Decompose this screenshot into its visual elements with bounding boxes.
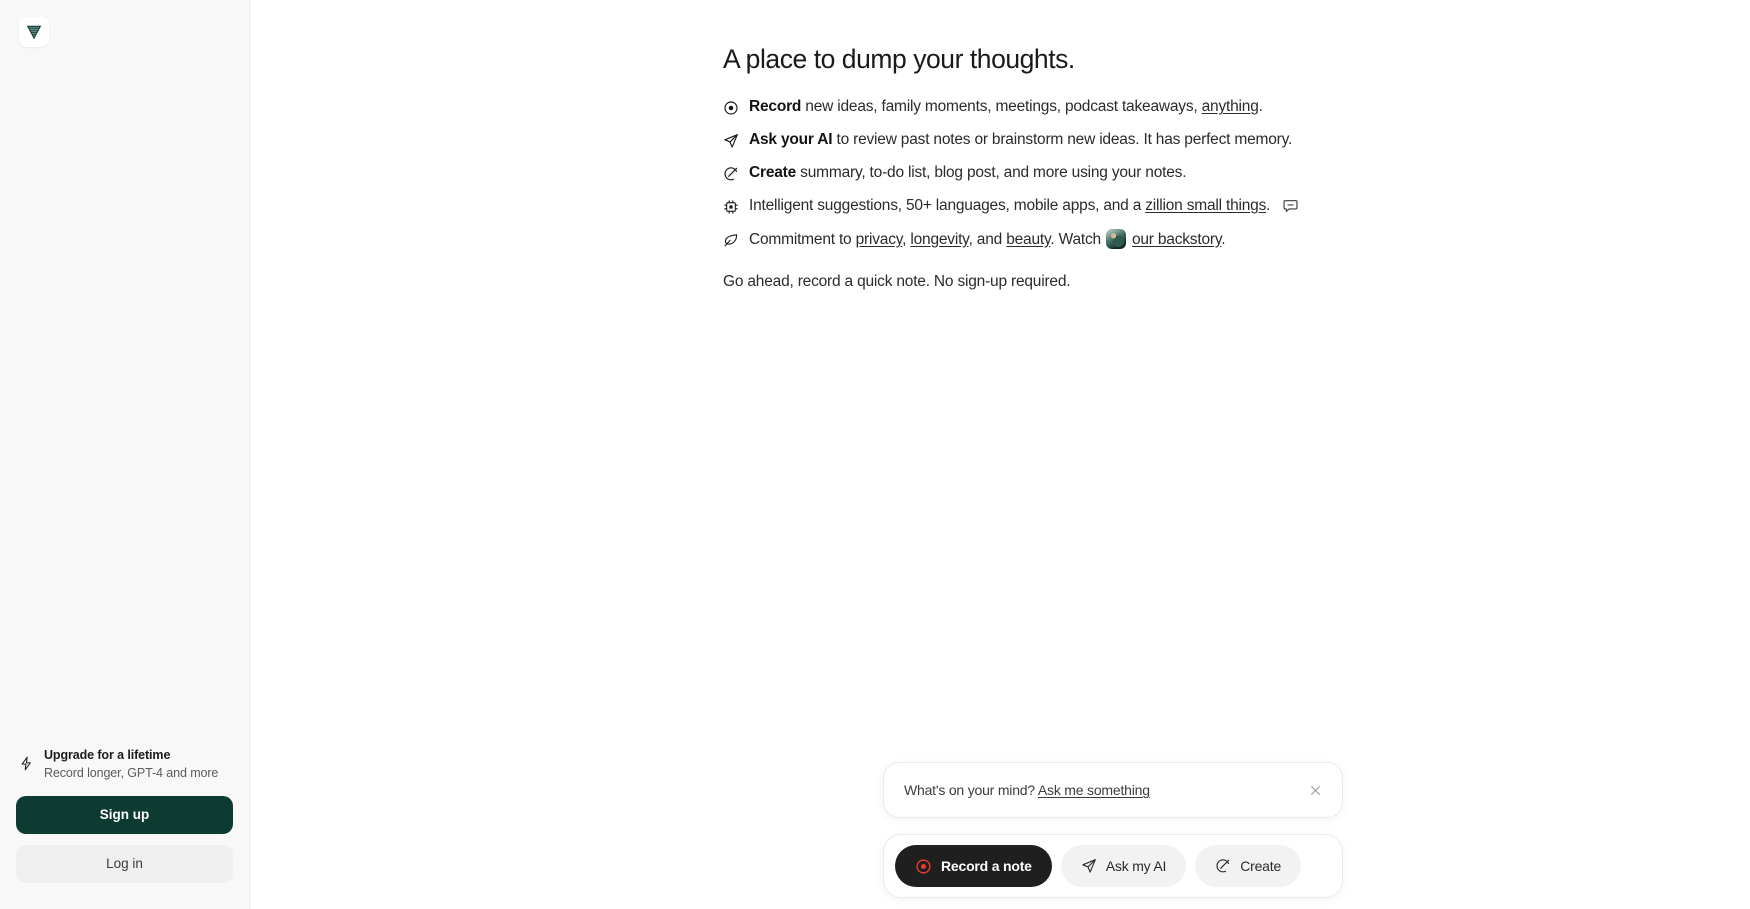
create-label: Create (1240, 858, 1282, 874)
paper-plane-icon (723, 133, 739, 149)
lightning-bolt-icon (18, 756, 34, 771)
composer: What's on your mind? Ask me something Re… (883, 762, 1343, 898)
upgrade-subtitle: Record longer, GPT-4 and more (44, 765, 219, 780)
feature-intelligent-suffix: . (1266, 196, 1271, 214)
app-logo[interactable] (19, 17, 49, 47)
feature-record-text: new ideas, family moments, meetings, pod… (801, 98, 1202, 115)
feature-ask-ai-label: Ask your AI (749, 130, 833, 148)
cpu-chip-icon (723, 199, 739, 215)
paper-plane-icon (1081, 858, 1097, 874)
privacy-link[interactable]: privacy (856, 231, 903, 248)
closing-text: Go ahead, record a quick note. No sign-u… (723, 272, 1071, 290)
intro-block: A place to dump your thoughts. Record ne… (723, 44, 1423, 291)
beauty-link[interactable]: beauty (1006, 231, 1050, 248)
record-circle-red-icon (915, 858, 932, 875)
create-slash-circle-icon (723, 166, 739, 182)
page-title: A place to dump your thoughts. (723, 44, 1075, 74)
feature-ask-ai: Ask your AI to review past notes or brai… (723, 130, 1423, 151)
feature-intelligent-text: Intelligent suggestions, 50+ languages, … (749, 196, 1146, 214)
sidebar-footer: Upgrade for a lifetime Record longer, GP… (0, 746, 249, 909)
record-a-note-button[interactable]: Record a note (895, 845, 1052, 887)
prompt-prefix: What's on your mind? (904, 782, 1038, 798)
feature-ask-ai-text: to review past notes or brainstorm new i… (832, 130, 1293, 148)
feature-record-suffix: . (1258, 98, 1263, 115)
close-icon[interactable] (1306, 781, 1324, 799)
zillion-small-things-link[interactable]: zillion small things (1145, 197, 1266, 214)
leaf-icon (723, 232, 739, 248)
record-circle-icon (723, 100, 739, 116)
feature-create: Create summary, to-do list, blog post, a… (723, 163, 1423, 184)
upgrade-promo[interactable]: Upgrade for a lifetime Record longer, GP… (16, 746, 233, 796)
prompt-text: What's on your mind? Ask me something (904, 782, 1306, 798)
ask-me-something-link[interactable]: Ask me something (1038, 782, 1150, 798)
longevity-link[interactable]: longevity (910, 231, 968, 248)
record-a-note-label: Record a note (941, 858, 1032, 874)
feature-record-label: Record (749, 98, 802, 115)
avatar (1105, 228, 1126, 249)
create-slash-circle-icon (1215, 858, 1231, 874)
sign-up-button[interactable]: Sign up (16, 796, 233, 834)
commitment-prefix: Commitment to (749, 230, 856, 248)
anything-link[interactable]: anything (1202, 98, 1259, 115)
commitment-sep-2: , and (968, 230, 1007, 248)
feature-create-text: summary, to-do list, blog post, and more… (796, 163, 1187, 181)
feature-list: Record new ideas, family moments, meetin… (723, 97, 1423, 251)
ask-my-ai-button[interactable]: Ask my AI (1060, 845, 1187, 887)
feature-record: Record new ideas, family moments, meetin… (723, 97, 1423, 118)
ask-my-ai-label: Ask my AI (1105, 858, 1167, 874)
feature-intelligent: Intelligent suggestions, 50+ languages, … (723, 196, 1423, 217)
leaf-logo-icon (25, 23, 43, 41)
our-backstory-link[interactable]: our backstory (1132, 231, 1221, 248)
create-button[interactable]: Create (1195, 845, 1302, 887)
sidebar: Upgrade for a lifetime Record longer, GP… (0, 0, 250, 909)
upgrade-title: Upgrade for a lifetime (44, 747, 171, 762)
main-content: A place to dump your thoughts. Record ne… (250, 0, 1750, 909)
prompt-bar[interactable]: What's on your mind? Ask me something (883, 762, 1343, 818)
commitment-suffix: . (1221, 230, 1226, 248)
speech-bubble-icon[interactable] (1282, 197, 1299, 214)
log-in-button[interactable]: Log in (16, 845, 233, 883)
feature-commitment: Commitment to privacy, longevity, and be… (723, 228, 1423, 251)
action-bar: Record a note Ask my AI Create (883, 834, 1343, 898)
feature-create-label: Create (749, 163, 797, 181)
commitment-watch-text: . Watch (1050, 230, 1101, 248)
